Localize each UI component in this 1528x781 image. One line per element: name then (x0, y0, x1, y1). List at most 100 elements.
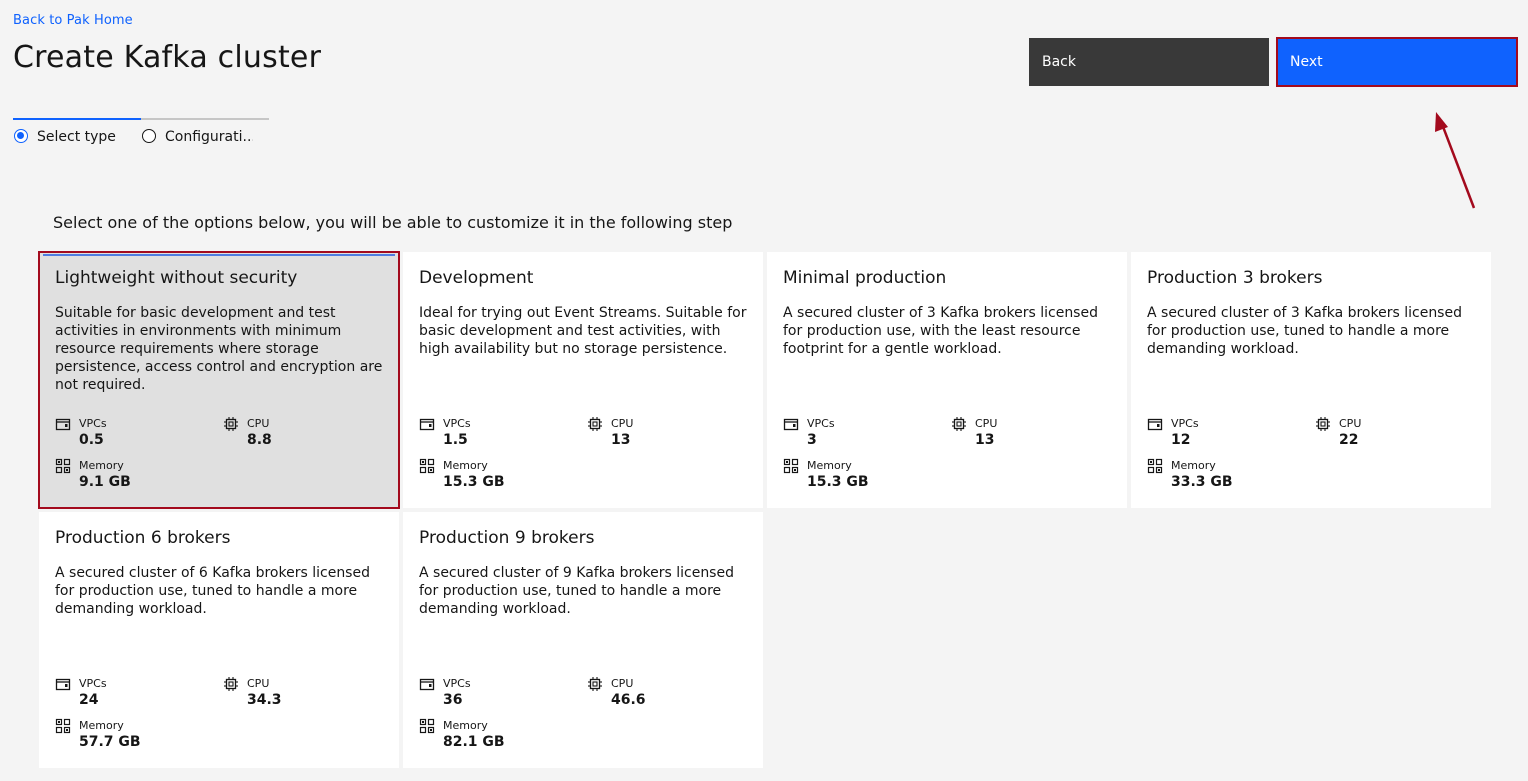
metric-label: Memory (443, 719, 488, 732)
metric-value: 9.1 GB (79, 474, 131, 490)
progress-bar-incomplete (141, 118, 269, 120)
metric-label: CPU (247, 677, 270, 690)
cluster-type-tile[interactable]: Production 6 brokers A secured cluster o… (39, 512, 399, 768)
vpc-icon (1147, 416, 1163, 432)
metric-cpu: CPU 46.6 (587, 676, 737, 716)
metric-label: CPU (611, 677, 634, 690)
metric-vpcs: VPCs 12 (1147, 416, 1297, 456)
cluster-type-tile[interactable]: Production 9 brokers A secured cluster o… (403, 512, 763, 768)
next-button[interactable]: Next (1276, 37, 1518, 87)
metric-cpu: CPU 34.3 (223, 676, 373, 716)
metric-vpcs: VPCs 3 (783, 416, 933, 456)
metric-value: 22 (1339, 432, 1359, 448)
metric-label: CPU (247, 417, 270, 430)
metric-label: VPCs (807, 417, 835, 430)
metric-value: 82.1 GB (443, 734, 505, 750)
metric-vpcs: VPCs 1.5 (419, 416, 569, 456)
metric-memory: Memory 33.3 GB (1147, 458, 1297, 498)
memory-icon (419, 458, 435, 474)
metric-vpcs: VPCs 24 (55, 676, 205, 716)
metric-label: VPCs (443, 677, 471, 690)
back-button[interactable]: Back (1029, 38, 1269, 86)
tile-description: Ideal for trying out Event Streams. Suit… (419, 305, 747, 357)
step-label: Configurati... (165, 129, 253, 145)
metric-value: 33.3 GB (1171, 474, 1233, 490)
memory-icon (783, 458, 799, 474)
step-current-icon (14, 129, 28, 143)
tile-title: Production 9 brokers (419, 528, 595, 548)
metric-value: 8.8 (247, 432, 272, 448)
metric-label: VPCs (443, 417, 471, 430)
metric-memory: Memory 9.1 GB (55, 458, 205, 498)
chip-icon (587, 416, 603, 432)
metric-memory: Memory 82.1 GB (419, 718, 569, 758)
metric-value: 15.3 GB (443, 474, 505, 490)
vpc-icon (419, 676, 435, 692)
metric-value: 36 (443, 692, 463, 708)
chip-icon (587, 676, 603, 692)
tile-title: Production 3 brokers (1147, 268, 1323, 288)
metric-value: 57.7 GB (79, 734, 141, 750)
memory-icon (55, 718, 71, 734)
chip-icon (223, 676, 239, 692)
tile-description: A secured cluster of 3 Kafka brokers lic… (1147, 305, 1462, 357)
progress-step-configuration[interactable]: Configurati... (141, 118, 269, 148)
memory-icon (55, 458, 71, 474)
metric-memory: Memory 15.3 GB (419, 458, 569, 498)
tile-description: Suitable for basic development and test … (55, 305, 383, 393)
cluster-type-tile[interactable]: Lightweight without security Suitable fo… (38, 251, 400, 509)
metric-label: VPCs (79, 417, 107, 430)
tile-description: A secured cluster of 6 Kafka brokers lic… (55, 565, 370, 617)
vpc-icon (419, 416, 435, 432)
page-title: Create Kafka cluster (13, 40, 322, 75)
metric-label: Memory (1171, 459, 1216, 472)
metric-vpcs: VPCs 36 (419, 676, 569, 716)
step-label: Select type (37, 129, 116, 145)
metric-value: 12 (1171, 432, 1191, 448)
metric-label: CPU (975, 417, 998, 430)
metric-label: CPU (611, 417, 634, 430)
tile-title: Development (419, 268, 534, 288)
memory-icon (419, 718, 435, 734)
tile-title: Minimal production (783, 268, 947, 288)
memory-icon (1147, 458, 1163, 474)
progress-indicator: Select type Configurati... (13, 118, 269, 148)
metric-memory: Memory 15.3 GB (783, 458, 933, 498)
back-to-home-link[interactable]: Back to Pak Home (13, 13, 133, 28)
metric-label: VPCs (79, 677, 107, 690)
metric-value: 1.5 (443, 432, 468, 448)
step-incomplete-icon (142, 129, 156, 143)
metric-label: CPU (1339, 417, 1362, 430)
tile-title: Production 6 brokers (55, 528, 231, 548)
metric-memory: Memory 57.7 GB (55, 718, 205, 758)
metric-value: 13 (611, 432, 631, 448)
metric-label: Memory (79, 459, 124, 472)
cluster-type-tile[interactable]: Production 3 brokers A secured cluster o… (1131, 252, 1491, 508)
metric-value: 3 (807, 432, 817, 448)
metric-vpcs: VPCs 0.5 (55, 416, 205, 456)
tile-description: A secured cluster of 9 Kafka brokers lic… (419, 565, 734, 617)
metric-value: 0.5 (79, 432, 104, 448)
tile-title: Lightweight without security (55, 268, 298, 288)
progress-bar-current (13, 118, 141, 120)
vpc-icon (783, 416, 799, 432)
metric-cpu: CPU 22 (1315, 416, 1465, 456)
metric-cpu: CPU 13 (951, 416, 1101, 456)
metric-cpu: CPU 13 (587, 416, 737, 456)
metric-label: Memory (807, 459, 852, 472)
intro-text: Select one of the options below, you wil… (53, 213, 733, 232)
cluster-type-tile[interactable]: Development Ideal for trying out Event S… (403, 252, 763, 508)
metric-value: 24 (79, 692, 99, 708)
create-kafka-page: Back to Pak Home Create Kafka cluster Ba… (0, 0, 1528, 781)
metric-label: VPCs (1171, 417, 1199, 430)
cluster-type-tile[interactable]: Minimal production A secured cluster of … (767, 252, 1127, 508)
metric-value: 46.6 (611, 692, 646, 708)
metric-label: Memory (79, 719, 124, 732)
tile-description: A secured cluster of 3 Kafka brokers lic… (783, 305, 1098, 357)
metric-value: 13 (975, 432, 995, 448)
chip-icon (223, 416, 239, 432)
progress-step-select-type[interactable]: Select type (13, 118, 141, 148)
metric-value: 34.3 (247, 692, 282, 708)
chip-icon (1315, 416, 1331, 432)
vpc-icon (55, 416, 71, 432)
